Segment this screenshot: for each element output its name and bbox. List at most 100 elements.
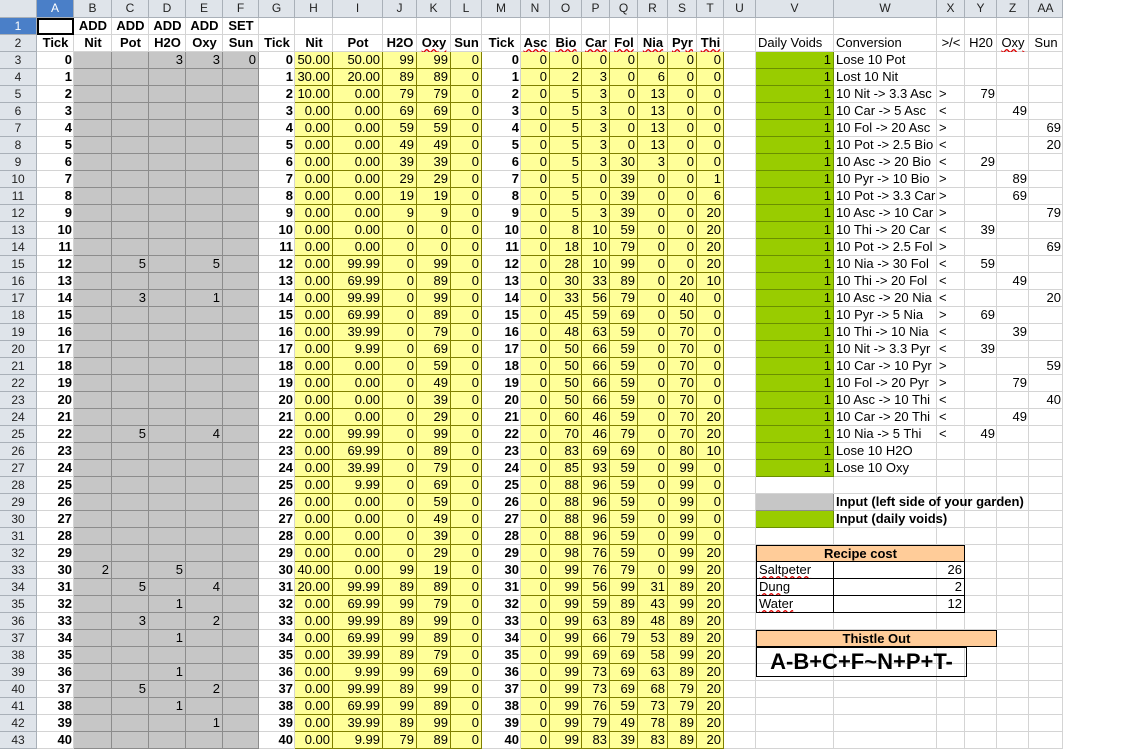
daily-void-input[interactable]: 1: [756, 86, 834, 103]
cell[interactable]: [295, 18, 333, 35]
cell[interactable]: [997, 477, 1029, 494]
input-cell-b[interactable]: [74, 698, 112, 715]
daily-void-input[interactable]: 1: [756, 171, 834, 188]
input-cell-b[interactable]: [74, 579, 112, 596]
input-cell-b[interactable]: [74, 664, 112, 681]
input-cell-c[interactable]: [112, 307, 149, 324]
input-cell-b[interactable]: [74, 86, 112, 103]
row-header-16[interactable]: 16: [0, 273, 37, 290]
cell[interactable]: [724, 256, 756, 273]
input-cell-f[interactable]: [223, 103, 259, 120]
input-cell-e[interactable]: 5: [186, 256, 223, 273]
input-cell-d[interactable]: [149, 290, 186, 307]
input-cell-d[interactable]: [149, 103, 186, 120]
input-cell-e[interactable]: 1: [186, 290, 223, 307]
input-cell-b[interactable]: 2: [74, 562, 112, 579]
input-cell-d[interactable]: [149, 341, 186, 358]
cell[interactable]: [834, 681, 937, 698]
row-header-3[interactable]: 3: [0, 52, 37, 69]
input-cell-d[interactable]: [149, 324, 186, 341]
input-cell-d[interactable]: [149, 460, 186, 477]
row-header-19[interactable]: 19: [0, 324, 37, 341]
input-cell-d[interactable]: [149, 205, 186, 222]
cell[interactable]: [451, 18, 482, 35]
input-cell-b[interactable]: [74, 137, 112, 154]
input-cell-f[interactable]: [223, 171, 259, 188]
input-cell-c[interactable]: [112, 154, 149, 171]
input-cell-f[interactable]: [223, 664, 259, 681]
input-cell-f[interactable]: [223, 545, 259, 562]
row-header-37[interactable]: 37: [0, 630, 37, 647]
cell[interactable]: [724, 511, 756, 528]
input-cell-f[interactable]: [223, 137, 259, 154]
cell[interactable]: [1029, 732, 1063, 749]
input-cell-b[interactable]: [74, 477, 112, 494]
input-cell-f[interactable]: [223, 341, 259, 358]
cell[interactable]: [1029, 528, 1063, 545]
column-header-w[interactable]: W: [834, 0, 937, 18]
cell[interactable]: [997, 681, 1029, 698]
input-cell-d[interactable]: [149, 477, 186, 494]
row-header-10[interactable]: 10: [0, 171, 37, 188]
cell[interactable]: [724, 324, 756, 341]
input-cell-c[interactable]: [112, 375, 149, 392]
cell[interactable]: [756, 715, 834, 732]
selected-cell-a1[interactable]: [37, 18, 74, 35]
row-header-12[interactable]: 12: [0, 205, 37, 222]
row-header-35[interactable]: 35: [0, 596, 37, 613]
cell[interactable]: [1029, 681, 1063, 698]
input-cell-e[interactable]: [186, 494, 223, 511]
input-cell-d[interactable]: [149, 273, 186, 290]
input-cell-d[interactable]: [149, 69, 186, 86]
column-header-a[interactable]: A: [37, 0, 74, 18]
cell[interactable]: [997, 630, 1029, 647]
input-cell-c[interactable]: 5: [112, 426, 149, 443]
input-cell-c[interactable]: [112, 171, 149, 188]
cell[interactable]: [1029, 596, 1063, 613]
row-header-2[interactable]: 2: [0, 35, 37, 52]
input-cell-d[interactable]: [149, 409, 186, 426]
row-header-22[interactable]: 22: [0, 375, 37, 392]
input-cell-f[interactable]: [223, 647, 259, 664]
input-cell-c[interactable]: [112, 341, 149, 358]
input-cell-b[interactable]: [74, 409, 112, 426]
cell[interactable]: [724, 426, 756, 443]
input-cell-b[interactable]: [74, 528, 112, 545]
cell[interactable]: [259, 18, 295, 35]
cell[interactable]: [724, 35, 756, 52]
input-cell-e[interactable]: [186, 392, 223, 409]
column-header-q[interactable]: Q: [610, 0, 638, 18]
input-cell-e[interactable]: [186, 460, 223, 477]
column-header-d[interactable]: D: [149, 0, 186, 18]
input-cell-e[interactable]: [186, 647, 223, 664]
column-header-x[interactable]: X: [937, 0, 965, 18]
cell[interactable]: [965, 698, 997, 715]
input-cell-d[interactable]: [149, 494, 186, 511]
cell[interactable]: [997, 647, 1029, 664]
input-cell-e[interactable]: [186, 358, 223, 375]
input-cell-c[interactable]: [112, 52, 149, 69]
cell[interactable]: [756, 528, 834, 545]
input-cell-e[interactable]: [186, 562, 223, 579]
column-header-o[interactable]: O: [550, 0, 582, 18]
input-cell-b[interactable]: [74, 443, 112, 460]
input-cell-f[interactable]: [223, 715, 259, 732]
cell[interactable]: [724, 341, 756, 358]
input-cell-e[interactable]: [186, 205, 223, 222]
cell[interactable]: [724, 205, 756, 222]
input-cell-b[interactable]: [74, 358, 112, 375]
input-cell-b[interactable]: [74, 205, 112, 222]
row-header-40[interactable]: 40: [0, 681, 37, 698]
input-cell-e[interactable]: [186, 409, 223, 426]
input-cell-d[interactable]: [149, 86, 186, 103]
input-cell-c[interactable]: [112, 239, 149, 256]
cell[interactable]: [1029, 715, 1063, 732]
input-cell-d[interactable]: [149, 154, 186, 171]
input-cell-e[interactable]: [186, 69, 223, 86]
cell[interactable]: [997, 528, 1029, 545]
cell[interactable]: [965, 664, 997, 681]
row-header-20[interactable]: 20: [0, 341, 37, 358]
cell[interactable]: [610, 18, 638, 35]
input-cell-e[interactable]: [186, 528, 223, 545]
cell[interactable]: [965, 562, 997, 579]
